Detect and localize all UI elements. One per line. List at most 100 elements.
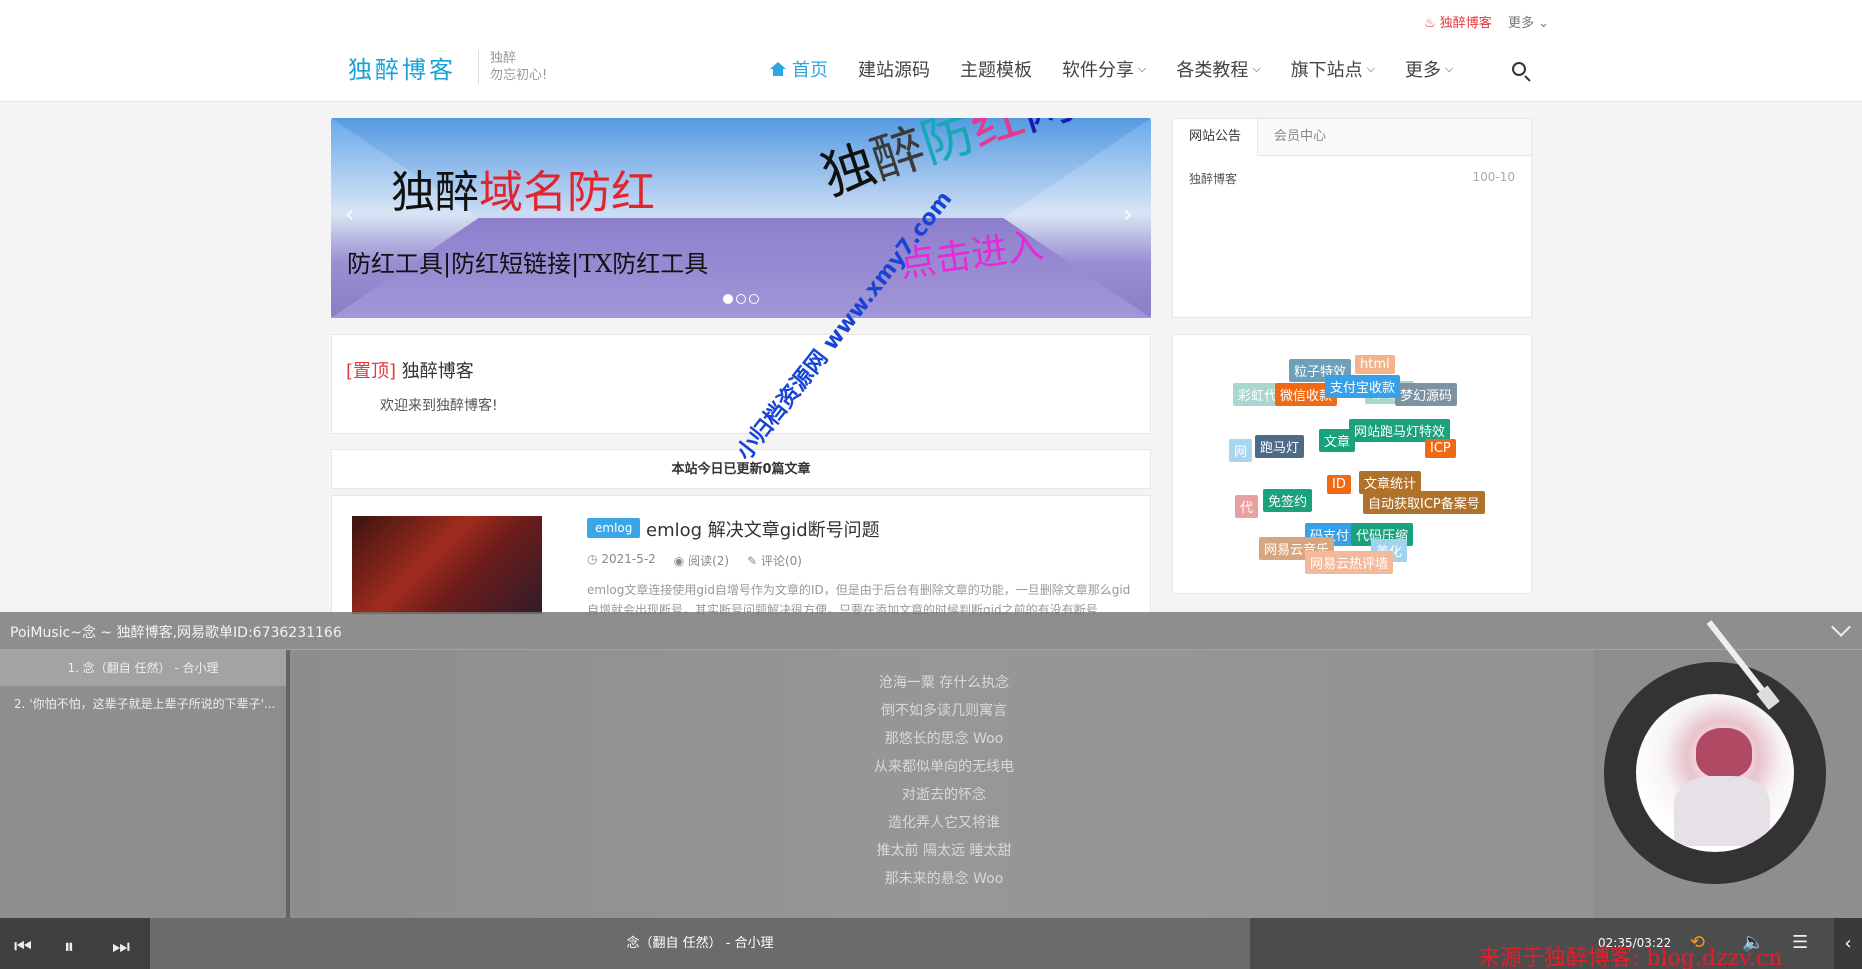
chevron-down-icon: ⌵ (1252, 62, 1260, 76)
sticky-title-text: 独醉博客 (402, 361, 474, 382)
tab-notice[interactable]: 网站公告 (1173, 119, 1258, 156)
carousel-dots (723, 294, 759, 304)
banner-title-red: 域名防红 (479, 167, 655, 218)
playlist-icon[interactable]: ☰ (1792, 932, 1808, 953)
player-header: PoiMusic~念 ~ 独醉博客,网易歌单ID:6736231166 (0, 612, 1862, 650)
comment-icon: ✎ (747, 554, 757, 568)
site-slogan: 独醉 勿忘初心! (490, 50, 547, 84)
lyric-line: 倒不如多读几则寓言 (794, 700, 1094, 720)
nav-sites[interactable]: 旗下站点⌵ (1291, 56, 1375, 82)
nav-source-label: 建站源码 (858, 56, 930, 82)
cover-figure-head (1696, 728, 1752, 778)
nav-sites-label: 旗下站点 (1291, 56, 1363, 82)
tag-item[interactable]: 支付宝收款 (1325, 375, 1400, 398)
post-excerpt: emlog文章连接使用gid自增号作为文章的ID，但是由于后台有删除文章的功能，… (587, 580, 1135, 615)
pause-icon[interactable]: ⏸ (64, 934, 74, 958)
sticky-tag: [置顶] (346, 361, 396, 382)
nav-software-label: 软件分享 (1062, 56, 1134, 82)
tag-cloud: 粒子特效 html 彩虹代 彩虹代 梦幻源码 微信收款 支付宝收款 网站跑马灯特… (1172, 334, 1532, 594)
tag-item[interactable]: 网 (1229, 439, 1252, 462)
chevron-down-icon: ⌄ (1538, 16, 1549, 31)
slogan-line-1: 独醉 (490, 50, 547, 67)
music-player: PoiMusic~念 ~ 独醉博客,网易歌单ID:6736231166 1. 念… (0, 612, 1862, 969)
album-cover (1636, 694, 1794, 852)
post-item[interactable]: emlog emlog 解决文章gid断号问题 ◷ 2021-5-2 ◉ 阅读(… (331, 495, 1151, 615)
chevron-down-icon[interactable] (1831, 617, 1851, 637)
carousel-dot[interactable] (723, 294, 733, 304)
chevron-down-icon: ⌵ (1138, 62, 1146, 76)
post-date: ◷ 2021-5-2 (587, 552, 656, 569)
lyric-line: 对逝去的怀念 (794, 784, 1094, 804)
banner-title-black: 独醉 (391, 167, 479, 218)
album-disc[interactable] (1604, 662, 1826, 884)
post-category[interactable]: emlog (587, 518, 640, 538)
banner-carousel[interactable]: 独醉域名防红 防红工具|防红短链接|TX防红工具 独醉防红网 点击进入 ‹ › (331, 118, 1151, 318)
tag-item[interactable]: 文章 (1319, 429, 1355, 452)
sticky-subtitle: 欢迎来到独醉博客! (380, 395, 498, 415)
clock-icon: ◷ (587, 552, 597, 566)
main-nav: 首页 建站源码 主题模板 软件分享 ⌵ 各类教程 ⌵ 旗下站点⌵ 更多⌵ (770, 56, 1483, 82)
hot-link[interactable]: ♨ 独醉博客 (1424, 12, 1492, 31)
tag-item[interactable]: ID (1327, 475, 1351, 494)
lyric-line: 推太前 隔太远 睡太甜 (794, 840, 1094, 860)
post-thumbnail[interactable] (352, 516, 542, 615)
nav-more-label: 更多 (1405, 56, 1441, 82)
tag-item[interactable]: 网易云热评墙 (1305, 551, 1393, 574)
tag-item[interactable]: 免签约 (1263, 489, 1312, 512)
carousel-dot[interactable] (736, 294, 746, 304)
post-reads-text: 阅读(2) (688, 554, 729, 568)
nav-themes[interactable]: 主题模板 (960, 56, 1032, 82)
sticky-post[interactable]: [置顶] 独醉博客 欢迎来到独醉博客! (331, 334, 1151, 434)
nav-software[interactable]: 软件分享 ⌵ (1062, 56, 1146, 82)
tag-item[interactable]: 跑马灯 (1255, 435, 1304, 458)
tab-member[interactable]: 会员中心 (1258, 119, 1342, 155)
nav-source[interactable]: 建站源码 (858, 56, 930, 82)
home-icon (770, 62, 786, 76)
lyric-line: 那未来的悬念 Woo (794, 868, 1094, 888)
post-title[interactable]: emlog 解决文章gid断号问题 (646, 516, 880, 542)
transport-controls: ⏮ ⏸ ⏭ (0, 918, 150, 969)
site-logo[interactable]: 独醉博客 (348, 50, 456, 85)
slogan-line-2: 勿忘初心! (490, 67, 547, 84)
chevron-right-icon[interactable]: › (1123, 200, 1133, 228)
sticky-title: [置顶] 独醉博客 (346, 357, 474, 383)
eye-icon: ◉ (674, 554, 684, 568)
notice-row[interactable]: 独醉博客 100-10 (1173, 156, 1531, 201)
chevron-left-icon[interactable]: ‹ (1834, 918, 1862, 969)
notice-tabs: 网站公告 会员中心 (1173, 119, 1531, 156)
tag-item[interactable]: 代 (1235, 495, 1258, 518)
tag-item[interactable]: 自动获取ICP备案号 (1363, 491, 1485, 514)
post-reads: ◉ 阅读(2) (674, 552, 729, 569)
nav-more[interactable]: 更多⌵ (1405, 56, 1453, 82)
nav-themes-label: 主题模板 (960, 56, 1032, 82)
cover-figure-body (1674, 776, 1770, 846)
lyric-line: 造化弄人它又将谁 (794, 812, 1094, 832)
search-icon[interactable] (1512, 62, 1526, 76)
logo-divider (478, 50, 479, 84)
now-playing: 念（翻自 任然） - 合小理 (150, 918, 1250, 969)
carousel-dot[interactable] (749, 294, 759, 304)
notice-panel: 网站公告 会员中心 独醉博客 100-10 (1172, 118, 1532, 318)
post-meta: ◷ 2021-5-2 ◉ 阅读(2) ✎ 评论(0) (587, 552, 802, 569)
post-date-text: 2021-5-2 (601, 552, 655, 566)
next-icon[interactable]: ⏭ (112, 934, 130, 958)
banner-subtitle: 防红工具|防红短链接|TX防红工具 (347, 244, 708, 279)
notice-row-value: 100-10 (1472, 170, 1515, 187)
nav-home[interactable]: 首页 (770, 56, 828, 82)
post-comments: ✎ 评论(0) (747, 552, 802, 569)
nav-tutorials-label: 各类教程 (1176, 56, 1248, 82)
source-note: 来源于独醉博客: blog.dzzv.cn (1478, 940, 1782, 969)
playlist-item[interactable]: 2. '你怕不怕，这辈子就是上辈子所说的下辈子'... (0, 686, 286, 722)
tag-item[interactable]: html (1355, 355, 1395, 374)
playlist-item[interactable]: 1. 念（翻自 任然） - 合小理 (0, 650, 286, 686)
chevron-left-icon[interactable]: ‹ (345, 200, 355, 228)
tag-item[interactable]: ICP (1425, 439, 1456, 458)
player-title: PoiMusic~念 ~ 独醉博客,网易歌单ID:6736231166 (10, 622, 342, 642)
top-header: ♨ 独醉博客 更多 ⌄ 独醉博客 独醉 勿忘初心! 首页 建站源码 主题模板 软… (0, 0, 1862, 102)
notice-row-name: 独醉博客 (1189, 170, 1237, 187)
nav-tutorials[interactable]: 各类教程 ⌵ (1176, 56, 1260, 82)
top-more-label: 更多 (1508, 16, 1534, 31)
top-more-link[interactable]: 更多 ⌄ (1508, 12, 1549, 31)
previous-icon[interactable]: ⏮ (14, 934, 32, 958)
tag-item[interactable]: 梦幻源码 (1395, 383, 1457, 406)
